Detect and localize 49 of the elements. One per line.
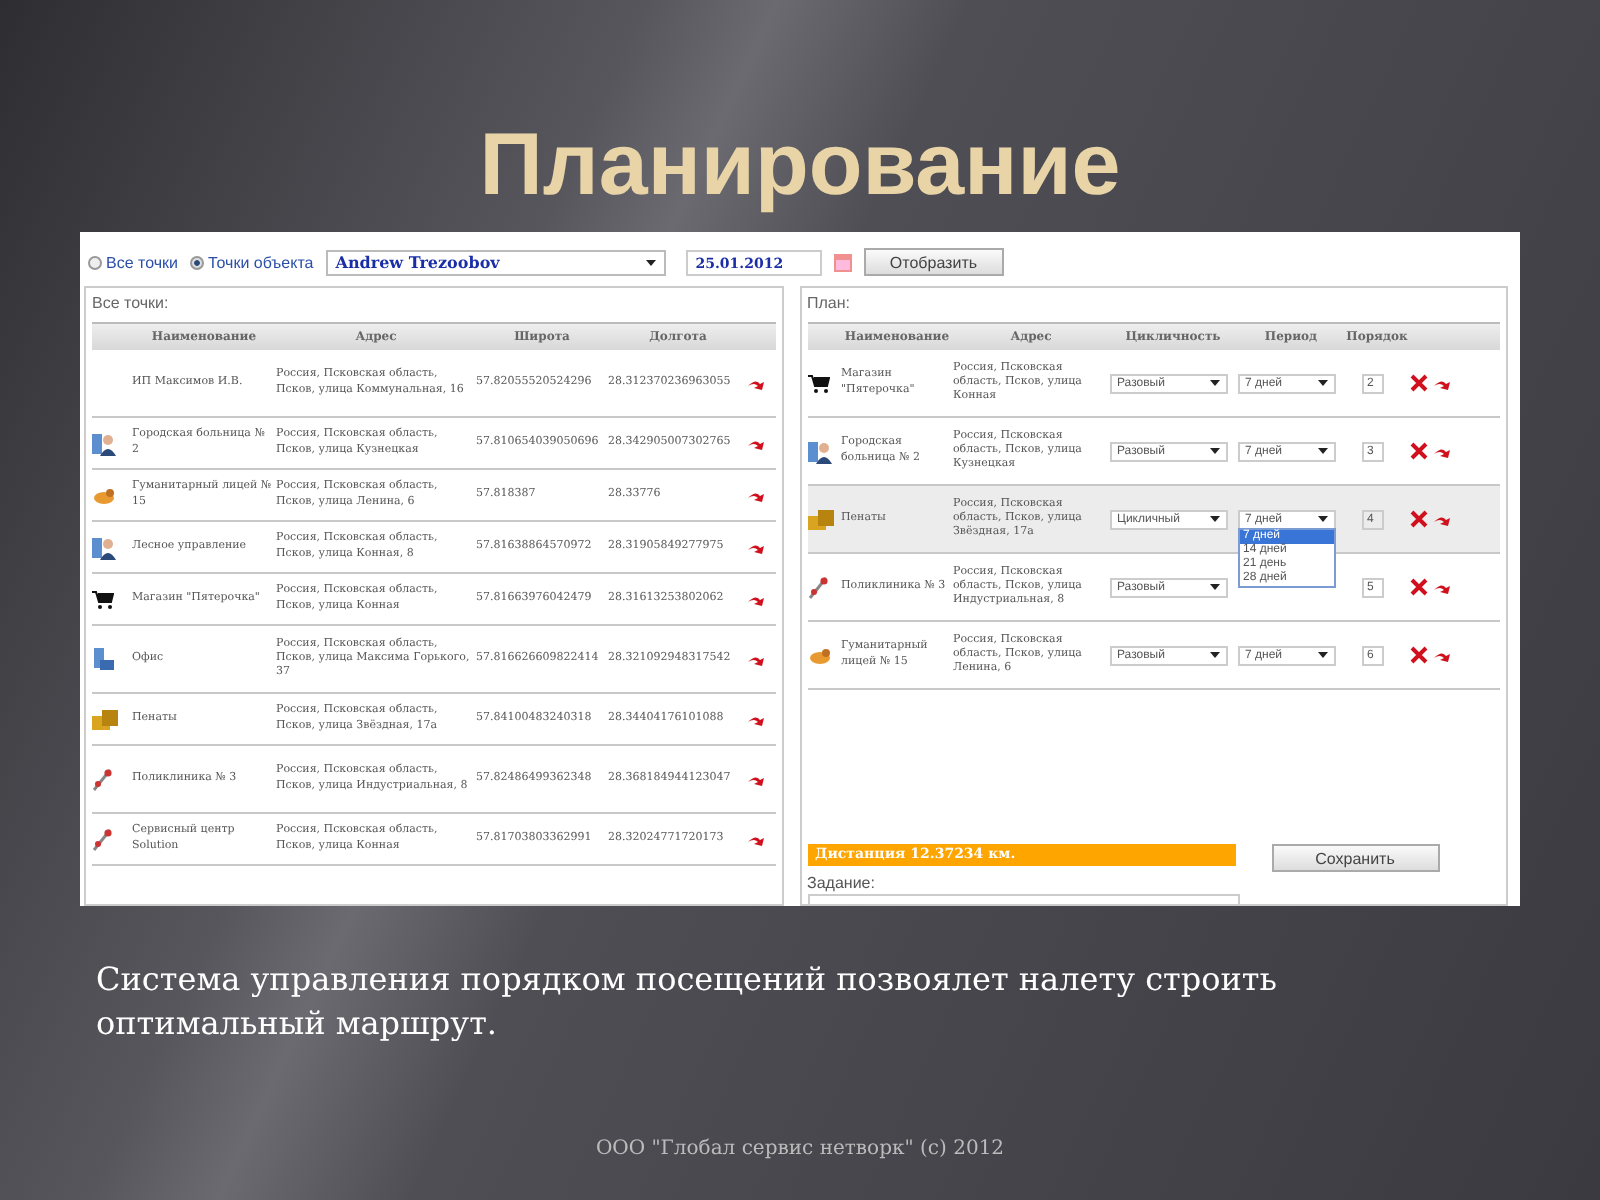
caret-icon (1209, 448, 1219, 454)
add-arrow-icon[interactable] (748, 489, 764, 501)
cart-icon (92, 589, 114, 609)
caret-icon (1317, 652, 1327, 658)
panel-title: План: (807, 294, 853, 316)
add-arrow-icon[interactable] (748, 377, 764, 389)
radio-icon[interactable] (88, 255, 102, 269)
radio-option[interactable]: Все точки (88, 253, 178, 271)
add-arrow-icon[interactable] (1433, 649, 1449, 661)
caret-icon (1209, 516, 1219, 522)
slide-title: Планирование (479, 116, 1121, 218)
add-arrow-icon[interactable] (748, 541, 764, 553)
delete-icon[interactable] (1409, 578, 1427, 596)
task-label: Задание: (807, 874, 877, 892)
task-field[interactable] (807, 894, 1239, 904)
user-select[interactable]: Andrew Trezoobov (325, 249, 666, 275)
delete-icon[interactable] (1409, 510, 1427, 528)
radio-option[interactable]: Точки объекта (190, 253, 314, 271)
caret-icon (1317, 448, 1327, 454)
caret-icon (1317, 516, 1327, 522)
caption-text: Система управления порядком посещений позвоялет налету строить оптимальный маршрут. (96, 958, 1279, 1046)
cart-icon (807, 373, 829, 393)
add-arrow-icon[interactable] (748, 653, 764, 665)
add-arrow-icon[interactable] (748, 773, 764, 785)
caret-icon (1209, 652, 1219, 658)
person-icon (92, 431, 116, 455)
building-icon (92, 647, 114, 671)
show-button[interactable]: Отобразить (863, 248, 1004, 276)
add-arrow-icon[interactable] (1433, 377, 1449, 389)
caret-icon (1209, 380, 1219, 386)
add-arrow-icon[interactable] (748, 833, 764, 845)
add-arrow-icon[interactable] (748, 437, 764, 449)
caret-icon (1209, 584, 1219, 590)
save-button[interactable]: Сохранить (1271, 844, 1439, 872)
delete-icon[interactable] (1409, 442, 1427, 460)
panel-title: Все точки: (92, 294, 171, 316)
footer-text: ООО "Глобал сервис нетворк" (с) 2012 (595, 1138, 1005, 1160)
add-arrow-icon[interactable] (1433, 513, 1449, 525)
person-icon (807, 439, 831, 463)
radio-icon[interactable] (190, 255, 204, 269)
caret-icon (1317, 380, 1327, 386)
delete-icon[interactable] (1409, 374, 1427, 392)
caret-icon (645, 259, 656, 265)
delete-icon[interactable] (1409, 646, 1427, 664)
add-arrow-icon[interactable] (1433, 581, 1449, 593)
add-arrow-icon[interactable] (748, 593, 764, 605)
add-arrow-icon[interactable] (748, 713, 764, 725)
person-icon (92, 535, 116, 559)
add-arrow-icon[interactable] (1433, 445, 1449, 457)
